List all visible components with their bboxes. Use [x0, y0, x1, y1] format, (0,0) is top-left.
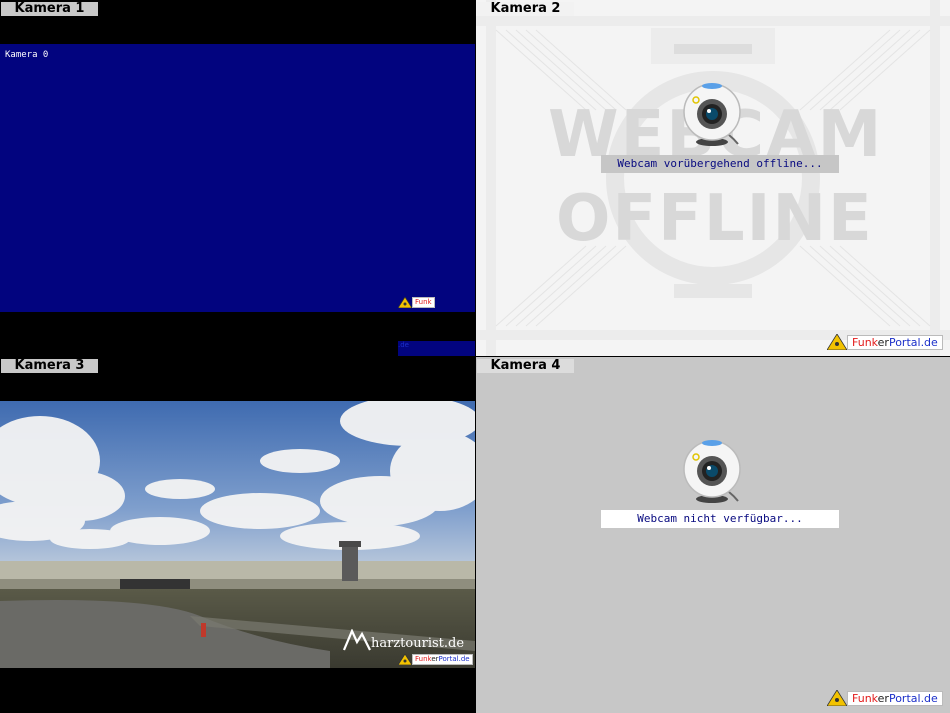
- webcam-icon: [683, 440, 741, 503]
- camera-2-panel[interactable]: WEBCAM OFFLINE Webcam vorübergehend offl…: [476, 0, 950, 356]
- camera-3-feed: [0, 401, 475, 668]
- camera-1-feed: Kamera 0 FunkerPortal.de: [0, 44, 475, 356]
- harztourist-brand: harztourist.de: [343, 629, 464, 651]
- antenna-warning-icon: [827, 690, 847, 706]
- camera-1-panel[interactable]: Kamera 1 Kamera 0 FunkerPortal.de: [0, 0, 475, 356]
- camera-1-label: Kamera 1: [1, 2, 98, 16]
- camera-2-label: Kamera 2: [477, 2, 574, 16]
- funkerportal-logo: FunkerPortal.de: [827, 334, 943, 350]
- camera-4-panel[interactable]: Webcam nicht verfügbar... Kamera 4 Funke…: [476, 357, 950, 713]
- mountain-logo-icon: [343, 629, 371, 651]
- camera-4-label: Kamera 4: [477, 359, 574, 373]
- webcam-offline-status: Webcam vorübergehend offline...: [601, 155, 839, 173]
- antenna-warning-icon: [398, 654, 412, 665]
- test-card-background: [476, 0, 950, 356]
- webcam-unavailable-status: Webcam nicht verfügbar...: [601, 510, 839, 528]
- offline-watermark-bottom: OFFLINE: [556, 182, 874, 256]
- webcam-icon: [683, 83, 741, 146]
- antenna-warning-icon: [398, 297, 412, 308]
- funkerportal-logo: FunkerPortal.de: [827, 690, 943, 706]
- camera-3-panel[interactable]: harztourist.de FunkerPortal.de Kamera 3: [0, 357, 475, 713]
- antenna-warning-icon: [827, 334, 847, 350]
- camera-3-label: Kamera 3: [1, 359, 98, 373]
- funkerportal-logo: FunkerPortal.de: [398, 654, 473, 665]
- funkerportal-logo: FunkerPortal.de: [398, 297, 475, 356]
- camera-1-osd-text: Kamera 0: [5, 50, 49, 60]
